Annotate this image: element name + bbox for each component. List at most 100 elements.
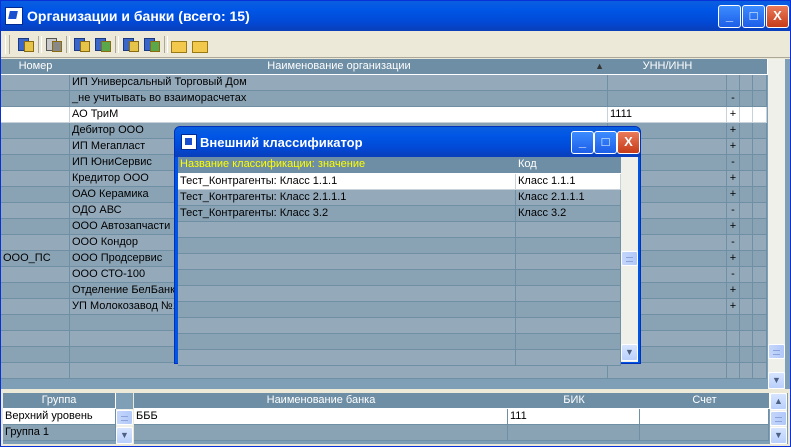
classification-cell[interactable] [178, 350, 516, 366]
org-name-cell[interactable]: ИП Универсальный Торговый Дом [70, 75, 608, 91]
table-row[interactable]: Тест_Контрагенты: Класс 2.1.1.1 Класс 2.1… [178, 190, 621, 206]
table-row[interactable]: АО ТриМ 1111 + [1, 107, 767, 123]
code-cell[interactable]: Класс 2.1.1.1 [516, 190, 621, 206]
scroll-up-button[interactable]: ▲ [770, 393, 787, 410]
code-cell[interactable] [516, 334, 621, 350]
org-inn-cell[interactable] [608, 75, 727, 91]
org-extra-cell[interactable] [753, 347, 767, 363]
table-row[interactable] [178, 286, 621, 302]
org-extra-cell[interactable] [753, 187, 767, 203]
org-extra-cell[interactable] [753, 363, 767, 379]
group-cell[interactable]: Верхний уровень [3, 409, 116, 425]
column-header-bik[interactable]: БИК [508, 393, 641, 409]
org-name-cell[interactable]: _не учитывать во взаиморасчетах [70, 91, 608, 107]
org-extra-cell[interactable] [753, 251, 767, 267]
table-row[interactable] [178, 222, 621, 238]
org-flag-cell[interactable]: + [727, 219, 740, 235]
code-cell[interactable] [516, 350, 621, 366]
classification-cell[interactable]: Тест_Контрагенты: Класс 1.1.1 [178, 174, 516, 190]
org-name-cell[interactable]: АО ТриМ [70, 107, 608, 123]
org-flag-cell[interactable]: + [727, 171, 740, 187]
column-header-org-name[interactable]: Наименование организации ▲ [70, 59, 609, 75]
classification-cell[interactable]: Тест_Контрагенты: Класс 3.2 [178, 206, 516, 222]
org-extra-cell[interactable] [753, 203, 767, 219]
table-row[interactable]: БББ 111 [134, 409, 769, 425]
org-flag-cell[interactable]: + [727, 107, 740, 123]
org-extra-cell[interactable] [753, 299, 767, 315]
account-cell[interactable] [640, 409, 769, 425]
org-extra-cell[interactable] [753, 315, 767, 331]
bank-name-cell[interactable] [134, 425, 508, 441]
classification-cell[interactable] [178, 318, 516, 334]
org-extra-cell[interactable] [740, 91, 753, 107]
org-number-cell[interactable] [1, 347, 70, 363]
org-extra-cell[interactable] [740, 235, 753, 251]
open-folder-icon[interactable] [169, 35, 189, 54]
org-number-cell[interactable] [1, 91, 70, 107]
org-number-cell[interactable] [1, 267, 70, 283]
org-extra-cell[interactable] [740, 283, 753, 299]
table-row[interactable]: Тест_Контрагенты: Класс 3.2 Класс 3.2 [178, 206, 621, 222]
org-number-cell[interactable] [1, 363, 70, 379]
table-row[interactable] [178, 350, 621, 366]
org-number-cell[interactable] [1, 155, 70, 171]
table-row[interactable]: ИП Универсальный Торговый Дом [1, 75, 767, 91]
org-flag-cell[interactable]: - [727, 267, 740, 283]
org-extra-cell[interactable] [753, 235, 767, 251]
org-number-cell[interactable] [1, 75, 70, 91]
org-number-cell[interactable] [1, 123, 70, 139]
org-extra-cell[interactable] [740, 171, 753, 187]
org-extra-cell[interactable] [753, 123, 767, 139]
table-row[interactable] [178, 254, 621, 270]
toolbar-grip[interactable] [5, 35, 10, 54]
column-header-number[interactable]: Номер [1, 59, 71, 75]
org-extra-cell[interactable] [753, 171, 767, 187]
code-cell[interactable] [516, 286, 621, 302]
grid-view-icon[interactable] [141, 35, 161, 54]
org-number-cell[interactable] [1, 187, 70, 203]
open-folder-up-icon[interactable] [190, 35, 210, 54]
close-button[interactable]: X [766, 5, 789, 28]
org-extra-cell[interactable] [740, 75, 753, 91]
org-number-cell[interactable] [1, 235, 70, 251]
org-number-cell[interactable] [1, 219, 70, 235]
org-number-cell[interactable]: ООО_ПС [1, 251, 70, 267]
classification-cell[interactable] [178, 302, 516, 318]
classification-cell[interactable] [178, 270, 516, 286]
org-extra-cell[interactable] [740, 347, 753, 363]
org-extra-cell[interactable] [740, 139, 753, 155]
copy-record-icon[interactable] [92, 35, 112, 54]
org-flag-cell[interactable] [727, 331, 740, 347]
org-number-cell[interactable] [1, 171, 70, 187]
groups-vertical-scrollbar[interactable]: ▼ [116, 409, 133, 444]
classification-cell[interactable]: Тест_Контрагенты: Класс 2.1.1.1 [178, 190, 516, 206]
code-cell[interactable] [516, 318, 621, 334]
table-row[interactable] [178, 318, 621, 334]
minimize-button[interactable]: _ [718, 5, 741, 28]
org-flag-cell[interactable]: + [727, 123, 740, 139]
code-cell[interactable] [516, 238, 621, 254]
org-extra-cell[interactable] [753, 283, 767, 299]
org-extra-cell[interactable] [753, 91, 767, 107]
org-extra-cell[interactable] [753, 75, 767, 91]
code-cell[interactable]: Класс 1.1.1 [516, 174, 621, 190]
org-extra-cell[interactable] [740, 187, 753, 203]
org-inn-cell[interactable]: 1111 [608, 107, 727, 123]
org-inn-cell[interactable] [608, 91, 727, 107]
org-number-cell[interactable] [1, 331, 70, 347]
column-header-account[interactable]: Счет [640, 393, 770, 409]
dialog-minimize-button[interactable]: _ [571, 131, 594, 154]
code-cell[interactable] [516, 254, 621, 270]
organizations-vertical-scrollbar[interactable]: ▼ [768, 59, 785, 389]
dialog-maximize-button[interactable]: □ [594, 131, 617, 154]
org-extra-cell[interactable] [753, 331, 767, 347]
table-row[interactable] [178, 238, 621, 254]
org-extra-cell[interactable] [740, 251, 753, 267]
org-number-cell[interactable] [1, 315, 70, 331]
scrollbar-thumb[interactable] [621, 251, 638, 266]
org-number-cell[interactable] [1, 299, 70, 315]
scroll-down-button[interactable]: ▼ [621, 344, 638, 361]
column-header-code[interactable]: Код [516, 157, 624, 174]
classifier-vertical-scrollbar[interactable]: ▼ [621, 157, 638, 362]
org-number-cell[interactable] [1, 203, 70, 219]
